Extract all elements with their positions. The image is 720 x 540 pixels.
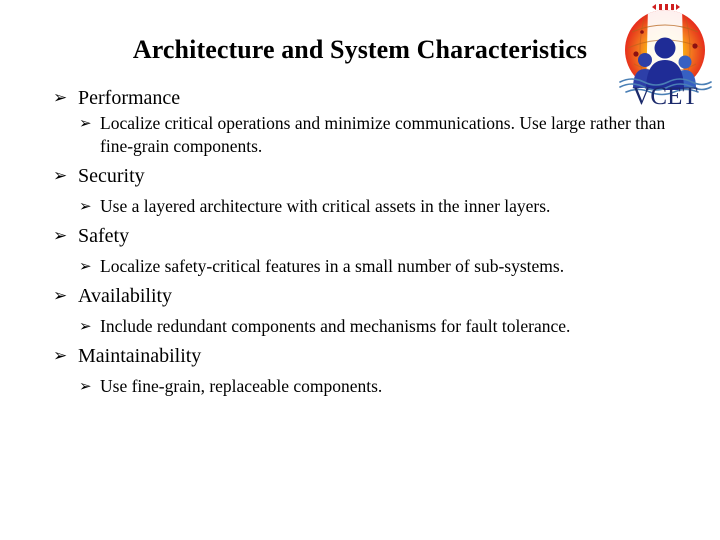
arrow-bullet-icon: ➢ (79, 197, 92, 215)
subbullet-item-availability-1: ➢ Include redundant components and mecha… (0, 315, 720, 338)
arrow-bullet-icon: ➢ (53, 166, 68, 186)
subbullet-item-safety-1: ➢ Localize safety-critical features in a… (0, 255, 720, 278)
subbullet-text: Localize safety-critical features in a s… (100, 256, 565, 276)
arrow-bullet-icon: ➢ (53, 88, 68, 108)
arrow-bullet-icon: ➢ (79, 317, 92, 335)
bullet-item-availability: ➢ Availability (0, 284, 720, 309)
subbullet-text: Use a layered architecture with critical… (100, 196, 551, 216)
bullet-list: ➢ Performance ➢ Localize critical operat… (0, 84, 720, 398)
subbullet-text: Localize critical operations and minimiz… (100, 113, 666, 156)
subbullet-item-maintainability-1: ➢ Use fine-grain, replaceable components… (0, 375, 720, 398)
arrow-bullet-icon: ➢ (79, 377, 92, 395)
bullet-label: Safety (78, 225, 130, 247)
arrow-bullet-icon: ➢ (79, 114, 92, 132)
arrow-bullet-icon: ➢ (79, 257, 92, 275)
arrow-bullet-icon: ➢ (53, 226, 68, 246)
bullet-item-security: ➢ Security (0, 164, 720, 189)
subbullet-text: Use fine-grain, replaceable components. (100, 376, 383, 396)
bullet-label: Performance (78, 87, 181, 109)
subbullet-item-performance-1: ➢ Localize critical operations and minim… (0, 112, 720, 158)
bullet-item-safety: ➢ Safety (0, 224, 720, 249)
subbullet-item-security-1: ➢ Use a layered architecture with critic… (0, 195, 720, 218)
bullet-item-maintainability: ➢ Maintainability (0, 344, 720, 369)
bullet-label: Availability (78, 285, 173, 307)
bullet-label: Maintainability (78, 345, 202, 367)
slide-canvas: VCET Architecture and System Characteris… (0, 0, 720, 540)
arrow-bullet-icon: ➢ (53, 346, 68, 366)
bullet-label: Security (78, 165, 145, 187)
arrow-bullet-icon: ➢ (53, 286, 68, 306)
logo-crown-icon (652, 4, 680, 10)
vcet-logo: VCET (612, 2, 718, 106)
logo-wordmark: VCET (632, 83, 697, 106)
subbullet-text: Include redundant components and mechani… (100, 316, 571, 336)
vcet-logo-graphic: VCET (619, 4, 712, 106)
